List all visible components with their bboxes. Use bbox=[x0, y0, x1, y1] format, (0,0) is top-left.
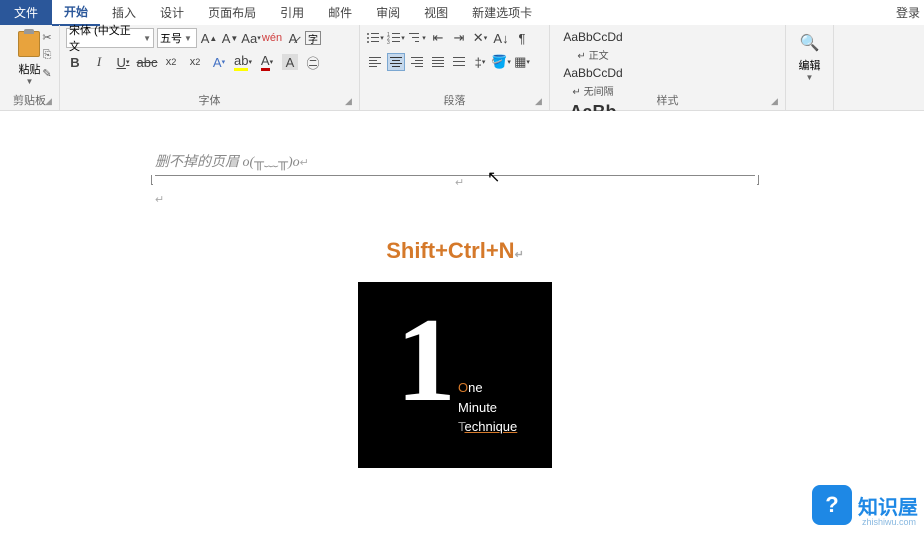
align-center-button[interactable] bbox=[387, 53, 405, 71]
tab-view[interactable]: 视图 bbox=[412, 0, 460, 25]
document-area[interactable]: 删不掉的页眉 o(╥﹏╥)o↵ ↵ ↖ ↵ Shift+Ctrl+N↵ 1 On… bbox=[0, 111, 924, 531]
shrink-font-button[interactable]: A▼ bbox=[221, 29, 239, 47]
watermark-url: zhishiwu.com bbox=[862, 517, 916, 527]
paragraph-mark-icon: ↵ bbox=[300, 157, 309, 169]
login-link[interactable]: 登录 bbox=[896, 4, 924, 21]
paste-label: 粘贴 bbox=[19, 61, 41, 77]
highlight-button[interactable]: ab▾ bbox=[234, 53, 252, 71]
logo-text: One Minute Technique bbox=[458, 378, 517, 437]
borders-button[interactable]: ▦▾ bbox=[513, 53, 531, 71]
font-launcher-icon[interactable]: ◢ bbox=[345, 96, 357, 108]
align-left-button[interactable] bbox=[366, 53, 384, 71]
grow-font-button[interactable]: A▲ bbox=[200, 29, 218, 47]
underline-button[interactable]: U▾ bbox=[114, 53, 132, 71]
shortcut-text: Shift+Ctrl+N↵ bbox=[155, 238, 755, 264]
tab-file[interactable]: 文件 bbox=[0, 0, 52, 25]
numbering-button[interactable]: 123▾ bbox=[387, 29, 405, 47]
char-shading-button[interactable]: A bbox=[282, 54, 298, 70]
justify-button[interactable] bbox=[429, 53, 447, 71]
paragraph-mark-icon: ↵ bbox=[455, 176, 464, 189]
group-clipboard: 粘贴 ▼ ✂ ⎘ ✎ 剪贴板 ◢ bbox=[0, 25, 60, 110]
tab-newtab[interactable]: 新建选项卡 bbox=[460, 0, 544, 25]
watermark-icon: ? bbox=[812, 485, 852, 525]
bold-button[interactable]: B bbox=[66, 53, 84, 71]
font-color-button[interactable]: A▾ bbox=[258, 53, 276, 71]
subscript-button[interactable]: x2 bbox=[162, 53, 180, 71]
paragraph-mark-icon: ↵ bbox=[155, 194, 164, 206]
enclose-char-button[interactable]: ㊁ bbox=[304, 53, 322, 71]
watermark: ? 知识屋 zhishiwu.com bbox=[812, 485, 918, 525]
header-text[interactable]: 删不掉的页眉 o(╥﹏╥)o bbox=[155, 155, 300, 170]
show-marks-button[interactable]: ¶ bbox=[513, 29, 531, 47]
strikethrough-button[interactable]: abc bbox=[138, 53, 156, 71]
font-group-label: 字体 bbox=[60, 92, 359, 108]
clear-formatting-button[interactable]: A̷ bbox=[284, 29, 302, 47]
page-header[interactable]: 删不掉的页眉 o(╥﹏╥)o↵ ↵ ↖ bbox=[155, 151, 755, 176]
bullets-button[interactable]: ▾ bbox=[366, 29, 384, 47]
font-size-combo[interactable]: 五号▼ bbox=[157, 28, 197, 48]
font-name-combo[interactable]: 宋体 (中文正文▼ bbox=[66, 28, 154, 48]
svg-text:3: 3 bbox=[387, 40, 390, 44]
asian-layout-button[interactable]: ✕▾ bbox=[471, 29, 489, 47]
styles-launcher-icon[interactable]: ◢ bbox=[771, 96, 783, 108]
find-button[interactable]: 🔍 bbox=[800, 33, 820, 53]
logo-image: 1 One Minute Technique bbox=[358, 282, 552, 468]
shading-button[interactable]: 🪣▾ bbox=[492, 53, 510, 71]
tab-references[interactable]: 引用 bbox=[268, 0, 316, 25]
paragraph-launcher-icon[interactable]: ◢ bbox=[535, 96, 547, 108]
format-painter-button[interactable]: ✎ bbox=[39, 65, 55, 81]
paragraph-group-label: 段落 bbox=[360, 92, 549, 108]
sort-button[interactable]: A↓ bbox=[492, 29, 510, 47]
phonetic-guide-button[interactable]: wén bbox=[263, 29, 281, 47]
increase-indent-button[interactable]: ⇥ bbox=[450, 29, 468, 47]
tab-mail[interactable]: 邮件 bbox=[316, 0, 364, 25]
text-effects-button[interactable]: A▾ bbox=[210, 53, 228, 71]
tab-layout[interactable]: 页面布局 bbox=[196, 0, 268, 25]
group-styles: AaBbCcDd ↵ 正文 AaBbCcDd ↵ 无间隔 AaBb 标题 1 ▲… bbox=[550, 25, 786, 110]
change-case-button[interactable]: Aa▾ bbox=[242, 29, 260, 47]
char-border-button[interactable]: 字 bbox=[305, 31, 321, 45]
clipboard-launcher-icon[interactable]: ◢ bbox=[45, 96, 57, 108]
watermark-title: 知识屋 bbox=[858, 491, 918, 520]
tab-design[interactable]: 设计 bbox=[148, 0, 196, 25]
copy-button[interactable]: ⎘ bbox=[39, 47, 55, 63]
page: 删不掉的页眉 o(╥﹏╥)o↵ ↵ ↖ ↵ Shift+Ctrl+N↵ 1 On… bbox=[155, 151, 755, 468]
group-font: 宋体 (中文正文▼ 五号▼ A▲ A▼ Aa▾ wén A̷ 字 B I U▾ … bbox=[60, 25, 360, 110]
cursor-arrow-icon: ↖ bbox=[487, 167, 500, 187]
decrease-indent-button[interactable]: ⇤ bbox=[429, 29, 447, 47]
logo-numeral: 1 bbox=[396, 300, 456, 420]
group-paragraph: ▾ 123▾ ▾ ⇤ ⇥ ✕▾ A↓ ¶ ‡▾ 🪣▾ ▦▾ 段落 ◢ bbox=[360, 25, 550, 110]
line-spacing-button[interactable]: ‡▾ bbox=[471, 53, 489, 71]
distribute-button[interactable] bbox=[450, 53, 468, 71]
ribbon: 粘贴 ▼ ✂ ⎘ ✎ 剪贴板 ◢ 宋体 (中文正文▼ 五号▼ A▲ A▼ Aa▾… bbox=[0, 25, 924, 111]
clipboard-icon bbox=[18, 31, 42, 59]
align-right-button[interactable] bbox=[408, 53, 426, 71]
group-edit: 🔍 编辑 ▼ bbox=[786, 25, 834, 110]
superscript-button[interactable]: x2 bbox=[186, 53, 204, 71]
cut-button[interactable]: ✂ bbox=[39, 29, 55, 45]
multilevel-list-button[interactable]: ▾ bbox=[408, 29, 426, 47]
styles-group-label: 样式 bbox=[550, 92, 785, 108]
style-normal[interactable]: AaBbCcDd ↵ 正文 bbox=[558, 29, 628, 63]
italic-button[interactable]: I bbox=[90, 53, 108, 71]
edit-group-label: 编辑 bbox=[799, 57, 821, 73]
tab-review[interactable]: 审阅 bbox=[364, 0, 412, 25]
